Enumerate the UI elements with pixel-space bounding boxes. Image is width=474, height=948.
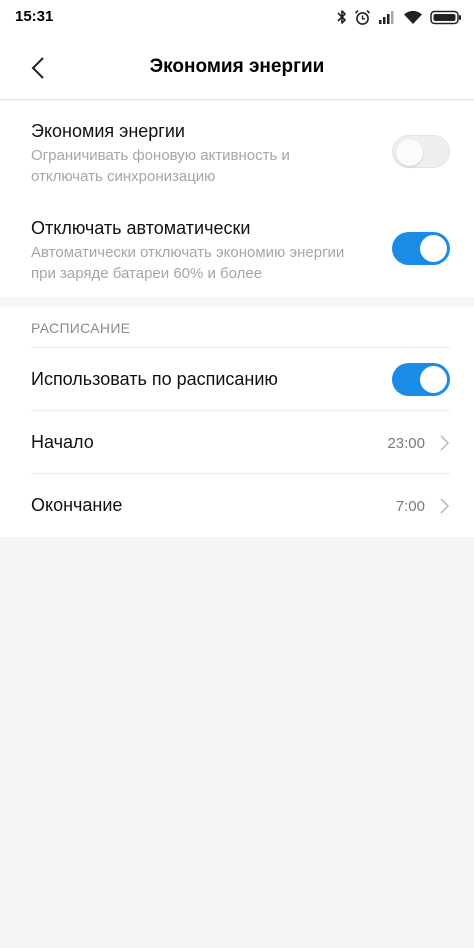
bluetooth-icon <box>337 9 347 25</box>
start-time-label: Начало <box>31 432 94 452</box>
use-schedule-toggle[interactable] <box>392 363 450 396</box>
status-time: 15:31 <box>15 8 54 25</box>
start-time-row[interactable]: Начало 23:00 <box>0 411 474 473</box>
auto-off-toggle[interactable] <box>392 232 450 265</box>
auto-off-label: Отключать автоматически <box>31 218 251 238</box>
section-gap <box>0 297 474 307</box>
alarm-icon <box>354 9 371 26</box>
schedule-section-header: РАСПИСАНИЕ <box>31 320 131 336</box>
toggle-knob <box>396 139 423 166</box>
battery-icon <box>430 10 462 25</box>
end-time-row[interactable]: Окончание 7:00 <box>0 474 474 536</box>
power-saving-row[interactable]: Экономия энергии Ограничивать фоновую ак… <box>0 101 474 196</box>
status-bar: 15:31 <box>0 0 474 34</box>
power-saving-description: Ограничивать фоновую активность и отключ… <box>31 147 290 185</box>
wifi-icon <box>403 10 423 25</box>
chevron-right-icon <box>440 498 450 514</box>
power-section: Экономия энергии Ограничивать фоновую ак… <box>0 101 474 297</box>
start-time-value: 23:00 <box>387 435 425 452</box>
end-time-value: 7:00 <box>395 498 425 515</box>
toggle-knob <box>420 366 447 393</box>
use-schedule-label: Использовать по расписанию <box>31 369 278 389</box>
power-saving-toggle[interactable] <box>392 135 450 168</box>
power-saving-label: Экономия энергии <box>31 121 185 141</box>
toggle-knob <box>420 235 447 262</box>
app-header: Экономия энергии <box>0 34 474 100</box>
end-time-label: Окончание <box>31 495 123 515</box>
auto-off-description: Автоматически отключать экономию энергии… <box>31 244 345 282</box>
status-icons <box>337 8 462 26</box>
chevron-right-icon <box>440 435 450 451</box>
signal-icon <box>378 10 396 24</box>
schedule-section: РАСПИСАНИЕ Использовать по расписанию На… <box>0 307 474 537</box>
page-title: Экономия энергии <box>149 56 325 77</box>
auto-off-row[interactable]: Отключать автоматически Автоматически от… <box>0 198 474 297</box>
use-schedule-row[interactable]: Использовать по расписанию <box>0 348 474 410</box>
